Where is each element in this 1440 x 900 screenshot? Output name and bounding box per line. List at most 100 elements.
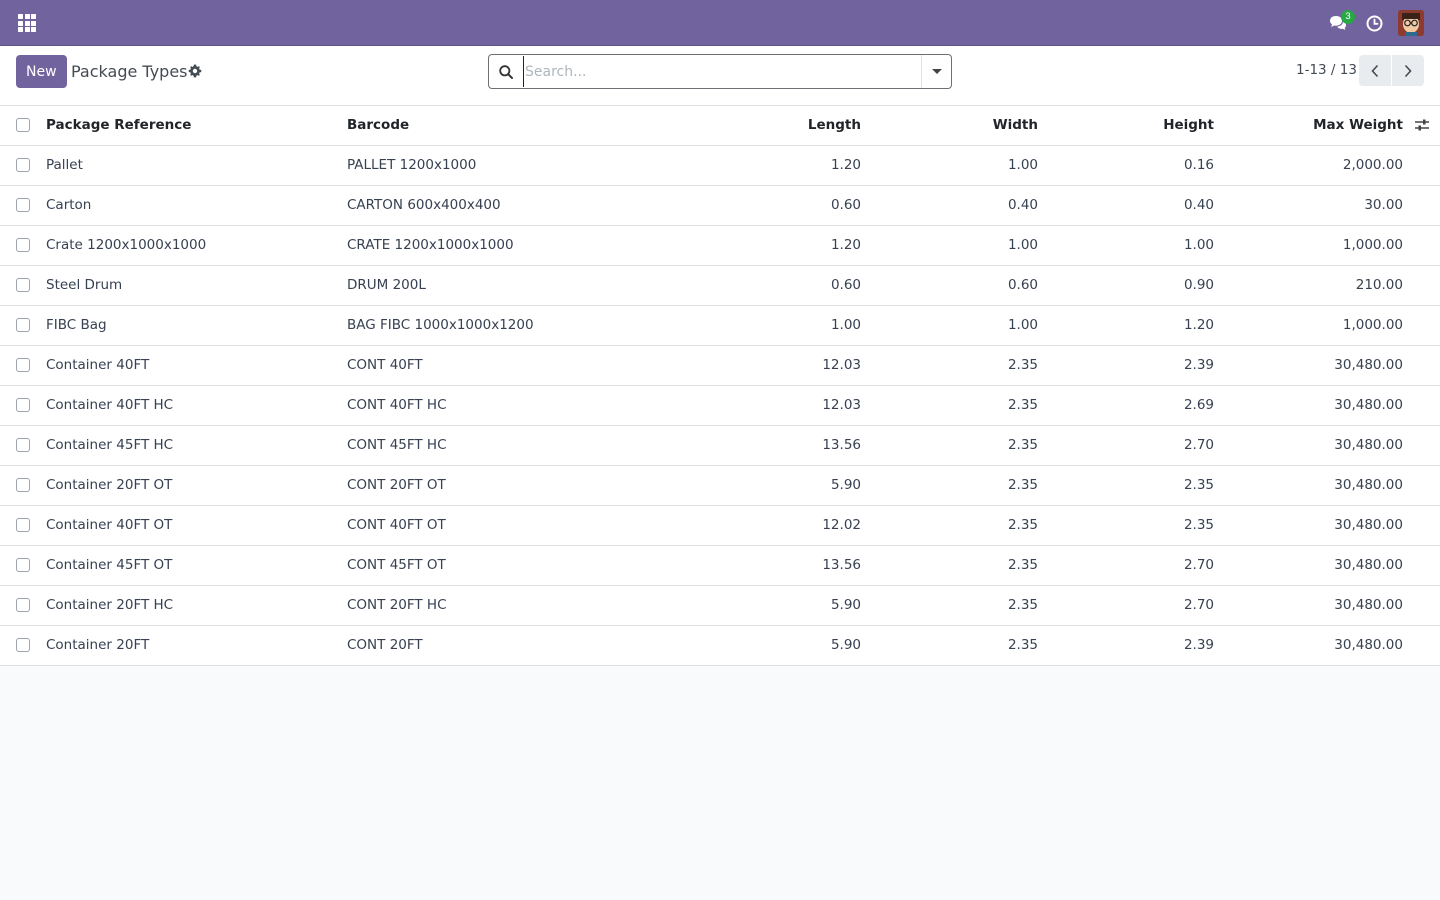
table-row[interactable]: Steel Drum DRUM 200L 0.60 0.60 0.90 210.00 xyxy=(0,266,1440,306)
caret-down-icon xyxy=(931,69,942,74)
cell-length: 5.90 xyxy=(830,597,861,613)
cell-max-weight: 1,000.00 xyxy=(1342,237,1403,253)
header-barcode[interactable]: Barcode xyxy=(347,106,409,145)
row-checkbox[interactable] xyxy=(16,438,30,452)
row-checkbox[interactable] xyxy=(16,318,30,332)
header-max-weight[interactable]: Max Weight xyxy=(1313,106,1403,145)
row-checkbox[interactable] xyxy=(16,478,30,492)
row-checkbox[interactable] xyxy=(16,598,30,612)
header-height[interactable]: Height xyxy=(1163,106,1214,145)
table-row[interactable]: Crate 1200x1000x1000 CRATE 1200x1000x1000… xyxy=(0,226,1440,266)
header-length[interactable]: Length xyxy=(808,106,861,145)
table-row[interactable]: Pallet PALLET 1200x1000 1.20 1.00 0.16 2,000.… xyxy=(0,146,1440,186)
cell-package-reference: Container 45FT OT xyxy=(46,557,173,573)
cell-package-reference: Container 20FT OT xyxy=(46,477,173,493)
cell-barcode: CONT 20FT OT xyxy=(347,477,446,493)
cell-width: 2.35 xyxy=(1007,397,1038,413)
cell-height: 0.90 xyxy=(1183,277,1214,293)
row-checkbox[interactable] xyxy=(16,638,30,652)
table-row[interactable]: Container 40FT OT CONT 40FT OT 12.02 2.35 2.… xyxy=(0,506,1440,546)
optional-columns-toggle-icon[interactable] xyxy=(1414,117,1430,133)
cell-width: 1.00 xyxy=(1007,237,1038,253)
cell-length: 13.56 xyxy=(822,557,861,573)
cell-length: 0.60 xyxy=(830,197,861,213)
row-checkbox[interactable] xyxy=(16,238,30,252)
cell-width: 2.35 xyxy=(1007,477,1038,493)
cell-package-reference: Carton xyxy=(46,197,92,213)
cell-max-weight: 1,000.00 xyxy=(1342,317,1403,333)
cell-barcode: CONT 40FT xyxy=(347,357,423,373)
table-row[interactable]: Container 45FT HC CONT 45FT HC 13.56 2.35 2.… xyxy=(0,426,1440,466)
cell-max-weight: 30,480.00 xyxy=(1334,557,1403,573)
apps-menu-icon[interactable] xyxy=(11,7,43,39)
pager-previous-button[interactable] xyxy=(1359,55,1391,86)
table-row[interactable]: Container 20FT OT CONT 20FT OT 5.90 2.35 2.3… xyxy=(0,466,1440,506)
cell-max-weight: 30,480.00 xyxy=(1334,437,1403,453)
cell-barcode: CONT 20FT HC xyxy=(347,597,447,613)
page-title[interactable]: Package Types xyxy=(71,62,188,81)
row-checkbox[interactable] xyxy=(16,278,30,292)
cell-barcode: CONT 45FT HC xyxy=(347,437,447,453)
cell-height: 2.70 xyxy=(1183,437,1214,453)
select-all-checkbox[interactable] xyxy=(16,118,30,132)
cell-package-reference: Container 40FT xyxy=(46,357,150,373)
cell-height: 2.69 xyxy=(1183,397,1214,413)
gear-icon[interactable] xyxy=(187,63,203,79)
cell-height: 2.70 xyxy=(1183,597,1214,613)
cell-height: 0.40 xyxy=(1183,197,1214,213)
cell-length: 12.03 xyxy=(822,397,861,413)
row-checkbox[interactable] xyxy=(16,398,30,412)
cell-width: 2.35 xyxy=(1007,517,1038,533)
cell-barcode: CARTON 600x400x400 xyxy=(347,197,501,213)
cell-height: 0.16 xyxy=(1183,157,1214,173)
pager-next-button[interactable] xyxy=(1392,55,1424,86)
cell-package-reference: Steel Drum xyxy=(46,277,123,293)
cell-length: 13.56 xyxy=(822,437,861,453)
cell-max-weight: 2,000.00 xyxy=(1342,157,1403,173)
activities-button[interactable] xyxy=(1356,0,1392,46)
row-checkbox[interactable] xyxy=(16,518,30,532)
cell-length: 1.20 xyxy=(830,237,861,253)
messaging-button[interactable]: 3 xyxy=(1320,0,1356,46)
header-width[interactable]: Width xyxy=(993,106,1038,145)
cell-max-weight: 30,480.00 xyxy=(1334,517,1403,533)
search-options-toggle[interactable] xyxy=(921,55,951,88)
row-checkbox[interactable] xyxy=(16,158,30,172)
cell-package-reference: Crate 1200x1000x1000 xyxy=(46,237,207,253)
cell-max-weight: 30,480.00 xyxy=(1334,597,1403,613)
cell-max-weight: 30,480.00 xyxy=(1334,397,1403,413)
table-row[interactable]: FIBC Bag BAG FIBC 1000x1000x1200 1.00 1.00 1… xyxy=(0,306,1440,346)
cell-width: 2.35 xyxy=(1007,437,1038,453)
cell-width: 1.00 xyxy=(1007,157,1038,173)
row-checkbox[interactable] xyxy=(16,358,30,372)
control-panel: New Package Types 1-13 / 13 xyxy=(0,46,1440,106)
row-checkbox[interactable] xyxy=(16,558,30,572)
cell-package-reference: FIBC Bag xyxy=(46,317,107,333)
cell-barcode: CONT 45FT OT xyxy=(347,557,446,573)
user-avatar[interactable] xyxy=(1398,10,1424,36)
cell-height: 2.70 xyxy=(1183,557,1214,573)
cell-width: 0.40 xyxy=(1007,197,1038,213)
cell-barcode: BAG FIBC 1000x1000x1200 xyxy=(347,317,534,333)
new-button[interactable]: New xyxy=(16,55,67,88)
cell-length: 12.02 xyxy=(822,517,861,533)
table-row[interactable]: Container 20FT HC CONT 20FT HC 5.90 2.35 2.7… xyxy=(0,586,1440,626)
cell-max-weight: 210.00 xyxy=(1355,277,1403,293)
table-row[interactable]: Container 20FT CONT 20FT 5.90 2.35 2.39 30,48… xyxy=(0,626,1440,666)
pager-value[interactable]: 1-13 / 13 xyxy=(1296,62,1357,78)
chevron-right-icon xyxy=(1404,64,1412,77)
table-row[interactable]: Carton CARTON 600x400x400 0.60 0.40 0.40 30.0… xyxy=(0,186,1440,226)
search-icon[interactable] xyxy=(498,64,514,80)
cell-barcode: CRATE 1200x1000x1000 xyxy=(347,237,514,253)
avatar-image xyxy=(1398,10,1424,36)
table-row[interactable]: Container 40FT CONT 40FT 12.03 2.35 2.39 30,4… xyxy=(0,346,1440,386)
cell-package-reference: Container 40FT HC xyxy=(46,397,174,413)
table-row[interactable]: Container 45FT OT CONT 45FT OT 13.56 2.35 2.… xyxy=(0,546,1440,586)
table-row[interactable]: Container 40FT HC CONT 40FT HC 12.03 2.35 2.… xyxy=(0,386,1440,426)
navbar-systray: 3 xyxy=(1320,0,1440,46)
row-checkbox[interactable] xyxy=(16,198,30,212)
package-types-table: Package Reference Barcode Length Width H… xyxy=(0,106,1440,666)
search-input[interactable] xyxy=(523,56,907,87)
messages-count-badge: 3 xyxy=(1341,10,1355,24)
header-package-reference[interactable]: Package Reference xyxy=(46,106,191,145)
